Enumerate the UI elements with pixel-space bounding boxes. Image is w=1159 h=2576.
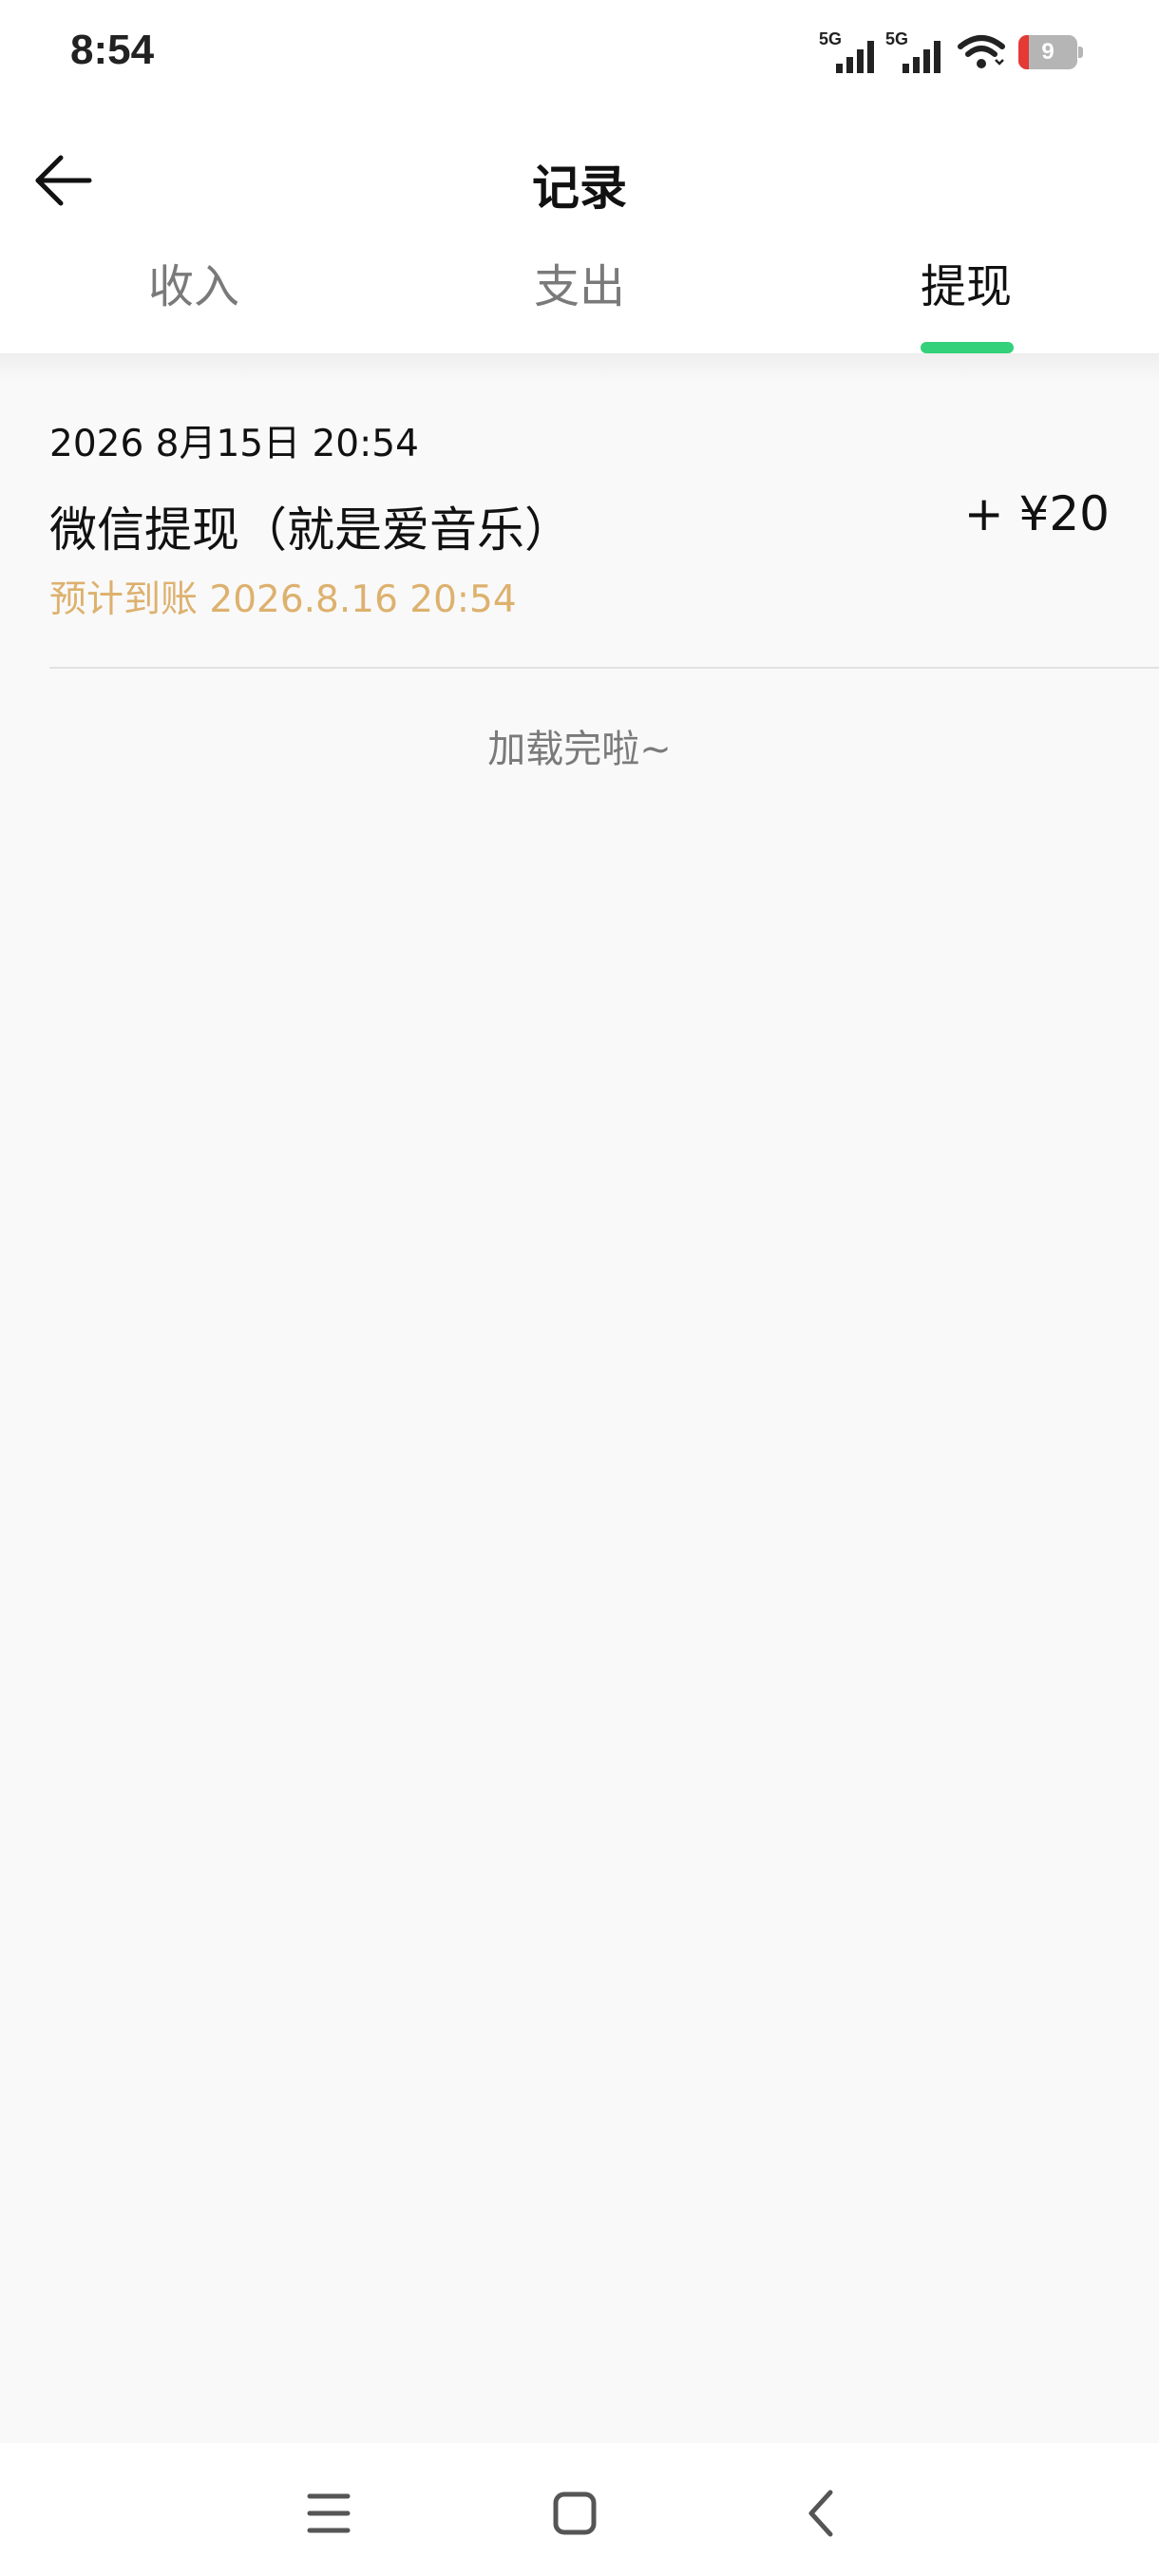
system-back-button[interactable]	[785, 2475, 861, 2551]
home-button[interactable]	[537, 2475, 613, 2551]
tab-income[interactable]: 收入	[51, 249, 336, 315]
title-bar: 记录	[0, 133, 1159, 228]
top-area: 8:54 5G 5G 9 记录 收入 支出 提现	[0, 0, 1159, 353]
status-time: 8:54	[70, 27, 155, 73]
battery-level: 9	[1041, 39, 1054, 65]
signal-5g-icon: 5G	[885, 29, 944, 75]
load-complete-text: 加载完啦~	[487, 728, 672, 771]
divider	[49, 667, 1159, 669]
record-title: 微信提现（就是爱音乐）	[49, 502, 572, 558]
page-title: 记录	[532, 161, 627, 216]
tab-expense[interactable]: 支出	[437, 249, 722, 315]
record-date: 2026 8月15日 20:54	[49, 423, 419, 465]
system-nav-bar	[0, 2443, 1159, 2576]
battery-icon: 9	[1018, 35, 1083, 69]
wifi-icon	[958, 35, 1005, 68]
record-expected-arrival: 预计到账 2026.8.16 20:54	[49, 578, 517, 621]
tab-bar: 收入 支出 提现	[0, 237, 1159, 353]
menu-icon	[307, 2493, 351, 2533]
record-amount: + ¥20	[963, 486, 1110, 541]
header-shadow	[0, 353, 1159, 382]
active-tab-indicator	[921, 342, 1014, 353]
back-chevron-icon	[808, 2490, 833, 2537]
recent-apps-button[interactable]	[291, 2475, 367, 2551]
status-bar: 8:54 5G 5G 9	[0, 0, 1159, 104]
status-icons: 5G 5G 9	[811, 28, 1083, 76]
signal-5g-icon: 5G	[819, 29, 878, 75]
home-square-icon	[553, 2491, 597, 2535]
tab-withdraw[interactable]: 提现	[824, 249, 1109, 315]
